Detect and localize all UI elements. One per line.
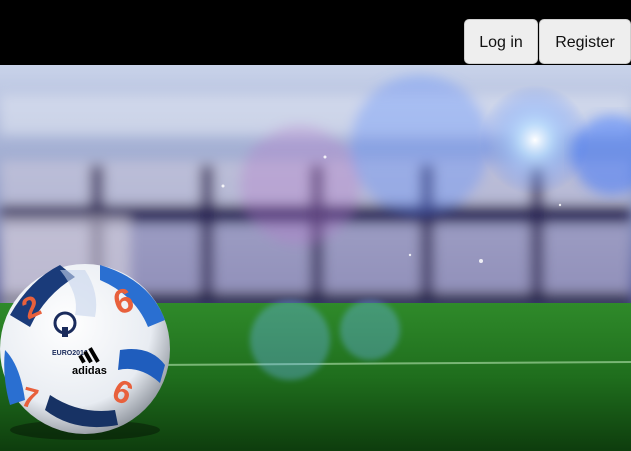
floodlight-icon bbox=[480, 85, 590, 195]
ball-brand-text: adidas bbox=[72, 365, 107, 377]
register-button[interactable]: Register bbox=[539, 19, 631, 64]
auth-buttons: Log in Register bbox=[464, 19, 631, 64]
login-button[interactable]: Log in bbox=[464, 19, 538, 64]
hero-banner: 6 2 6 7 EURO2016 adidas bbox=[0, 65, 631, 451]
stadium-hero-image: 6 2 6 7 EURO2016 adidas bbox=[0, 65, 631, 451]
top-nav-bar: Log in Register bbox=[0, 0, 631, 65]
